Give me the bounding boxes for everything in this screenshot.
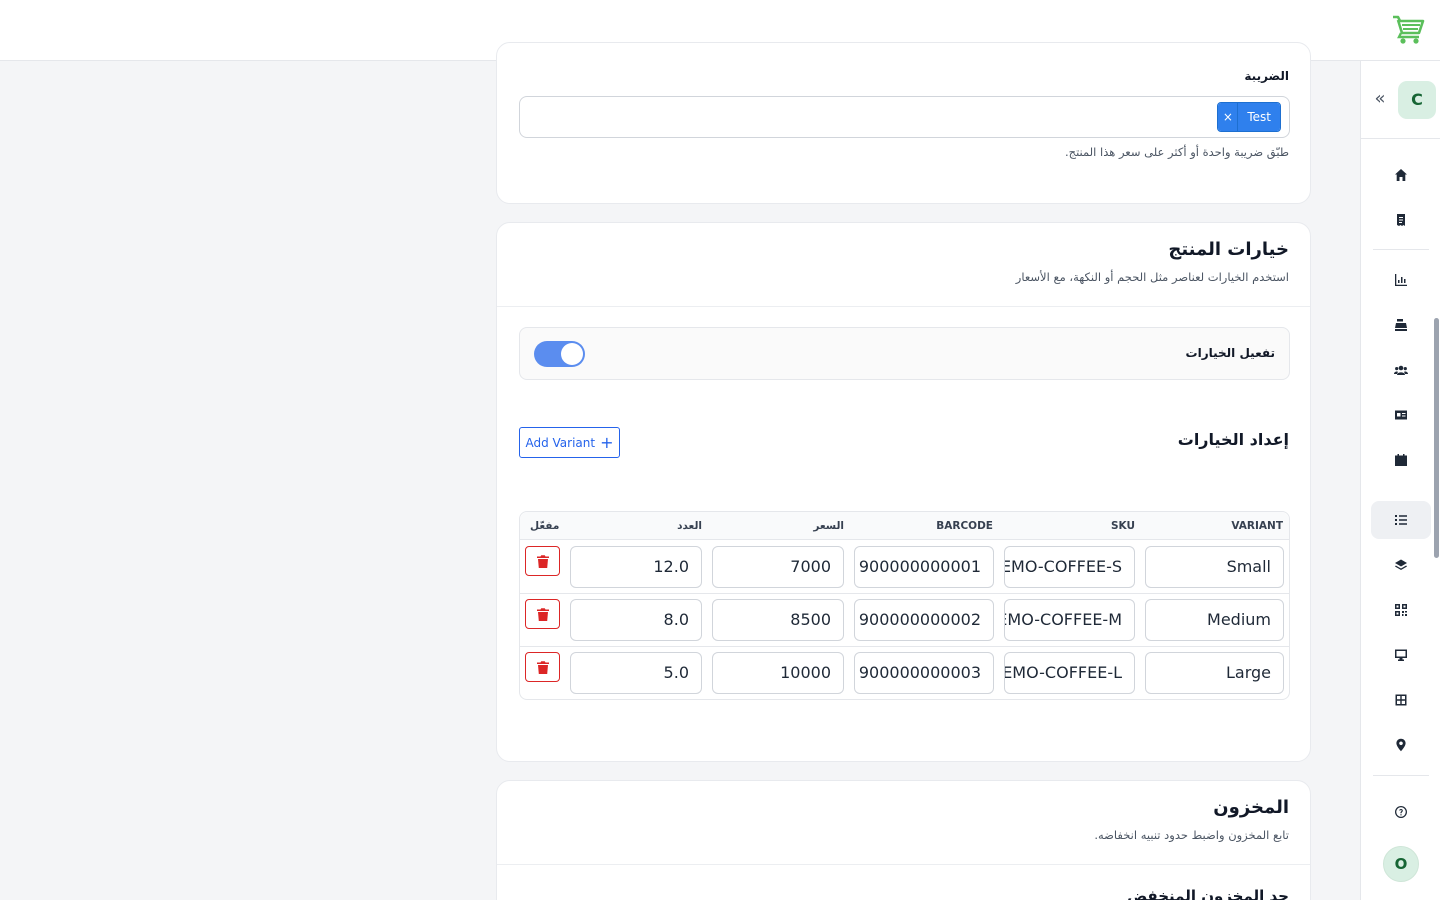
tax-tag-label: Test <box>1238 103 1280 131</box>
variant-name-input[interactable]: Large <box>1145 652 1284 694</box>
collapse-sidebar-icon[interactable]: « <box>1371 89 1389 109</box>
plus-icon: + <box>600 432 614 452</box>
sku-input[interactable]: DEMO-COFFEE-L <box>1004 652 1135 694</box>
layers-icon[interactable] <box>1371 546 1431 584</box>
add-variant-label: Add Variant <box>525 435 596 450</box>
avatar[interactable]: O <box>1383 846 1419 882</box>
trash-icon <box>536 554 549 568</box>
qty-input[interactable]: 8.0 <box>570 599 702 641</box>
variants-setup-title: إعداد الخيارات <box>1177 430 1289 449</box>
enable-options-row: تفعيل الخيارات <box>519 327 1290 380</box>
variant-name-input[interactable]: Small <box>1145 546 1284 588</box>
sidebar-header: « C <box>1361 61 1440 139</box>
options-title: خيارات المنتج <box>1168 239 1289 260</box>
add-variant-button[interactable]: Add Variant + <box>519 427 620 458</box>
barcode-input[interactable]: 900000000002 <box>854 599 994 641</box>
barcode-input[interactable]: 900000000003 <box>854 652 994 694</box>
price-input[interactable]: 7000 <box>712 546 844 588</box>
receipt-icon[interactable] <box>1371 201 1431 239</box>
column-header-price: السعر <box>813 520 844 532</box>
location-pin-icon[interactable] <box>1371 726 1431 764</box>
monitor-icon[interactable] <box>1371 636 1431 674</box>
tax-label: الضريبة <box>1244 69 1289 83</box>
tax-card: الضريبة × Test طبّق ضريبة واحدة أو أكثر … <box>496 42 1311 204</box>
company-badge[interactable]: C <box>1398 81 1436 119</box>
price-input[interactable]: 8500 <box>712 599 844 641</box>
price-input[interactable]: 10000 <box>712 652 844 694</box>
table-grid-icon[interactable] <box>1371 681 1431 719</box>
users-icon[interactable] <box>1371 351 1431 389</box>
list-icon[interactable] <box>1371 501 1431 539</box>
column-header-variant: VARIANT <box>1231 520 1283 532</box>
enable-options-toggle[interactable] <box>534 341 585 367</box>
chart-icon[interactable] <box>1371 261 1431 299</box>
variant-name-input[interactable]: Medium <box>1145 599 1284 641</box>
qty-input[interactable]: 5.0 <box>570 652 702 694</box>
tax-select[interactable]: × Test <box>519 96 1290 138</box>
shopping-cart-icon[interactable] <box>1392 14 1426 46</box>
divider <box>497 864 1310 865</box>
delete-variant-button[interactable] <box>525 599 560 629</box>
toggle-knob <box>561 343 583 365</box>
sku-input[interactable]: DEMO-COFFEE-M <box>1004 599 1135 641</box>
tax-help-text: طبّق ضريبة واحدة أو أكثر على سعر هذا الم… <box>1064 145 1289 159</box>
id-card-icon[interactable] <box>1371 396 1431 434</box>
remove-tag-button[interactable]: × <box>1218 103 1239 131</box>
scrollbar[interactable] <box>1434 318 1439 558</box>
trash-icon <box>536 607 549 621</box>
product-options-card: خيارات المنتج استخدم الخيارات لعناصر مثل… <box>496 222 1311 762</box>
options-subtitle: استخدم الخيارات لعناصر مثل الحجم أو النك… <box>1015 270 1289 284</box>
divider <box>497 306 1310 307</box>
cash-register-icon[interactable] <box>1371 306 1431 344</box>
low-stock-label: حد المخزون المنخفض <box>1126 887 1289 900</box>
qty-input[interactable]: 12.0 <box>570 546 702 588</box>
calendar-icon[interactable] <box>1371 441 1431 479</box>
inventory-title: المخزون <box>1213 797 1289 818</box>
delete-variant-button[interactable] <box>525 652 560 682</box>
home-icon[interactable] <box>1371 156 1431 194</box>
inventory-card: المخزون تابع المخزون واضبط حدود تنبيه ان… <box>496 780 1311 900</box>
sidebar: « C O <box>1360 61 1440 900</box>
help-icon[interactable] <box>1371 793 1431 831</box>
column-header-sku: SKU <box>1110 520 1135 532</box>
table-row: Medium DEMO-COFFEE-M 900000000002 8500 8… <box>520 594 1289 647</box>
barcode-input[interactable]: 900000000001 <box>854 546 994 588</box>
enable-options-label: تفعيل الخيارات <box>1185 346 1275 360</box>
column-header-qty: العدد <box>677 520 702 532</box>
trash-icon <box>536 660 549 674</box>
sidebar-divider <box>1373 775 1429 776</box>
sku-input[interactable]: DEMO-COFFEE-S <box>1004 546 1135 588</box>
column-header-enabled: مفعّل <box>530 520 560 532</box>
tax-tag: × Test <box>1217 102 1281 132</box>
table-row: Large DEMO-COFFEE-L 900000000003 10000 5… <box>520 647 1289 700</box>
sidebar-divider <box>1373 249 1429 250</box>
table-row: Small DEMO-COFFEE-S 900000000001 7000 12… <box>520 541 1289 594</box>
delete-variant-button[interactable] <box>525 546 560 576</box>
column-header-barcode: BARCODE <box>936 520 993 532</box>
variants-table: VARIANT SKU BARCODE السعر العدد مفعّل Sm… <box>519 511 1290 700</box>
table-header: VARIANT SKU BARCODE السعر العدد مفعّل <box>520 512 1289 540</box>
qr-code-icon[interactable] <box>1371 591 1431 629</box>
inventory-subtitle: تابع المخزون واضبط حدود تنبيه انخفاضه. <box>1094 828 1289 842</box>
